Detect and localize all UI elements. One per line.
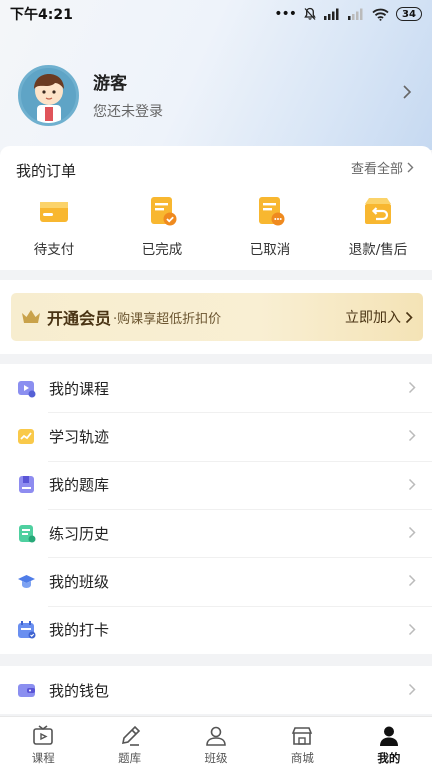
wallet-purse-icon	[18, 683, 35, 697]
profile-card[interactable]: 游客 您还未登录	[18, 64, 418, 126]
vip-subtitle: ·购课享超低折扣价	[113, 311, 222, 327]
vip-section: 开通会员 ·购课享超低折扣价 立即加入	[0, 280, 432, 354]
tab-courses[interactable]: 课程	[0, 717, 86, 768]
menu-label: 我的打卡	[49, 621, 110, 640]
tab-label: 题库	[118, 751, 142, 765]
wifi-icon	[372, 8, 389, 21]
class-cap-icon	[18, 574, 35, 588]
profile-name: 游客	[93, 74, 127, 94]
login-status: 您还未登录	[93, 104, 163, 120]
course-tab-icon	[33, 725, 54, 745]
menu-label: 学习轨迹	[49, 427, 110, 446]
tab-label: 我的	[377, 751, 401, 765]
trend-icon	[18, 428, 34, 444]
store-icon	[292, 727, 313, 745]
pencil-icon	[121, 725, 140, 746]
tab-question-bank[interactable]: 题库	[86, 717, 172, 768]
menu-item-checkin[interactable]: 我的打卡	[0, 605, 432, 654]
menu-label: 我的题库	[49, 476, 110, 495]
crown-icon	[22, 310, 40, 323]
signal-icon	[324, 8, 339, 20]
mute-bell-icon	[304, 7, 316, 20]
menu-label: 我的钱包	[49, 681, 110, 700]
cartoon-avatar-icon	[33, 74, 64, 123]
order-cancelled[interactable]: 已取消	[216, 194, 324, 258]
chevron-right-icon	[408, 430, 416, 442]
tab-class[interactable]: 班级	[173, 717, 259, 768]
vip-title: 开通会员	[47, 309, 112, 328]
orders-section: 我的订单 查看全部 待支付 已完成 已取消 退款/售后	[0, 146, 432, 270]
question-bank-icon	[19, 476, 34, 494]
vip-join-label: 立即加入	[345, 310, 401, 326]
order-label: 已完成	[141, 242, 183, 258]
menu-item-my-class[interactable]: 我的班级	[0, 557, 432, 605]
vip-banner[interactable]: 开通会员 ·购课享超低折扣价 立即加入	[11, 293, 423, 341]
chevron-right-icon	[408, 623, 416, 635]
menu-item-question-bank[interactable]: 我的题库	[0, 460, 432, 509]
status-icons: ••• 34	[274, 6, 422, 22]
avatar[interactable]	[18, 64, 79, 126]
menu-list-secondary: 我的钱包	[0, 666, 432, 714]
chevron-right-icon[interactable]	[402, 84, 412, 100]
menu-list: 我的课程 学习轨迹 我的题库 练习历史 我的班级 我的打卡	[0, 364, 432, 654]
menu-item-learning-trace[interactable]: 学习轨迹	[0, 412, 432, 460]
chevron-right-icon	[408, 478, 416, 490]
tab-label: 商城	[290, 751, 314, 765]
tab-label: 班级	[204, 751, 228, 765]
menu-item-wallet[interactable]: 我的钱包	[0, 666, 432, 714]
chevron-right-icon	[407, 162, 414, 173]
tab-me[interactable]: 我的	[346, 717, 432, 768]
checkin-calendar-icon	[18, 621, 36, 639]
wallet-icon	[40, 202, 68, 222]
chevron-right-icon	[408, 526, 416, 539]
view-all-orders-link[interactable]: 查看全部	[351, 158, 414, 177]
tab-store[interactable]: 商城	[259, 717, 345, 768]
view-all-label: 查看全部	[350, 162, 403, 177]
menu-label: 我的班级	[49, 572, 110, 591]
order-label: 待支付	[33, 242, 75, 258]
chevron-right-icon	[405, 311, 413, 323]
practice-history-icon	[19, 524, 36, 543]
more-dots-icon: •••	[274, 6, 297, 22]
chevron-right-icon	[408, 683, 416, 696]
order-pending-payment[interactable]: 待支付	[0, 194, 108, 258]
tab-label: 课程	[31, 751, 55, 765]
status-time: 下午4:21	[10, 7, 73, 23]
menu-label: 练习历史	[49, 524, 110, 543]
bottom-tab-bar: 课程 题库 班级 商城 我的	[0, 716, 432, 768]
chevron-right-icon	[408, 575, 416, 587]
class-users-icon	[206, 726, 226, 746]
profile-icon	[379, 726, 398, 746]
battery-indicator: 34	[396, 7, 422, 21]
chevron-right-icon	[408, 381, 416, 394]
status-bar: 下午4:21 ••• 34	[0, 0, 432, 28]
orders-title: 我的订单	[16, 162, 77, 180]
completed-order-icon	[151, 197, 177, 226]
order-label: 已取消	[249, 242, 291, 258]
menu-label: 我的课程	[49, 379, 110, 398]
refund-icon	[365, 198, 391, 224]
signal-weak-icon	[348, 8, 363, 20]
menu-item-practice-history[interactable]: 练习历史	[0, 508, 432, 557]
order-label: 退款/售后	[348, 242, 408, 258]
cancelled-order-icon	[259, 197, 285, 226]
course-icon	[18, 380, 36, 398]
order-completed[interactable]: 已完成	[108, 194, 216, 258]
menu-item-my-courses[interactable]: 我的课程	[0, 364, 432, 412]
vip-join-button[interactable]: 立即加入	[345, 307, 413, 327]
order-refund[interactable]: 退款/售后	[324, 194, 432, 258]
